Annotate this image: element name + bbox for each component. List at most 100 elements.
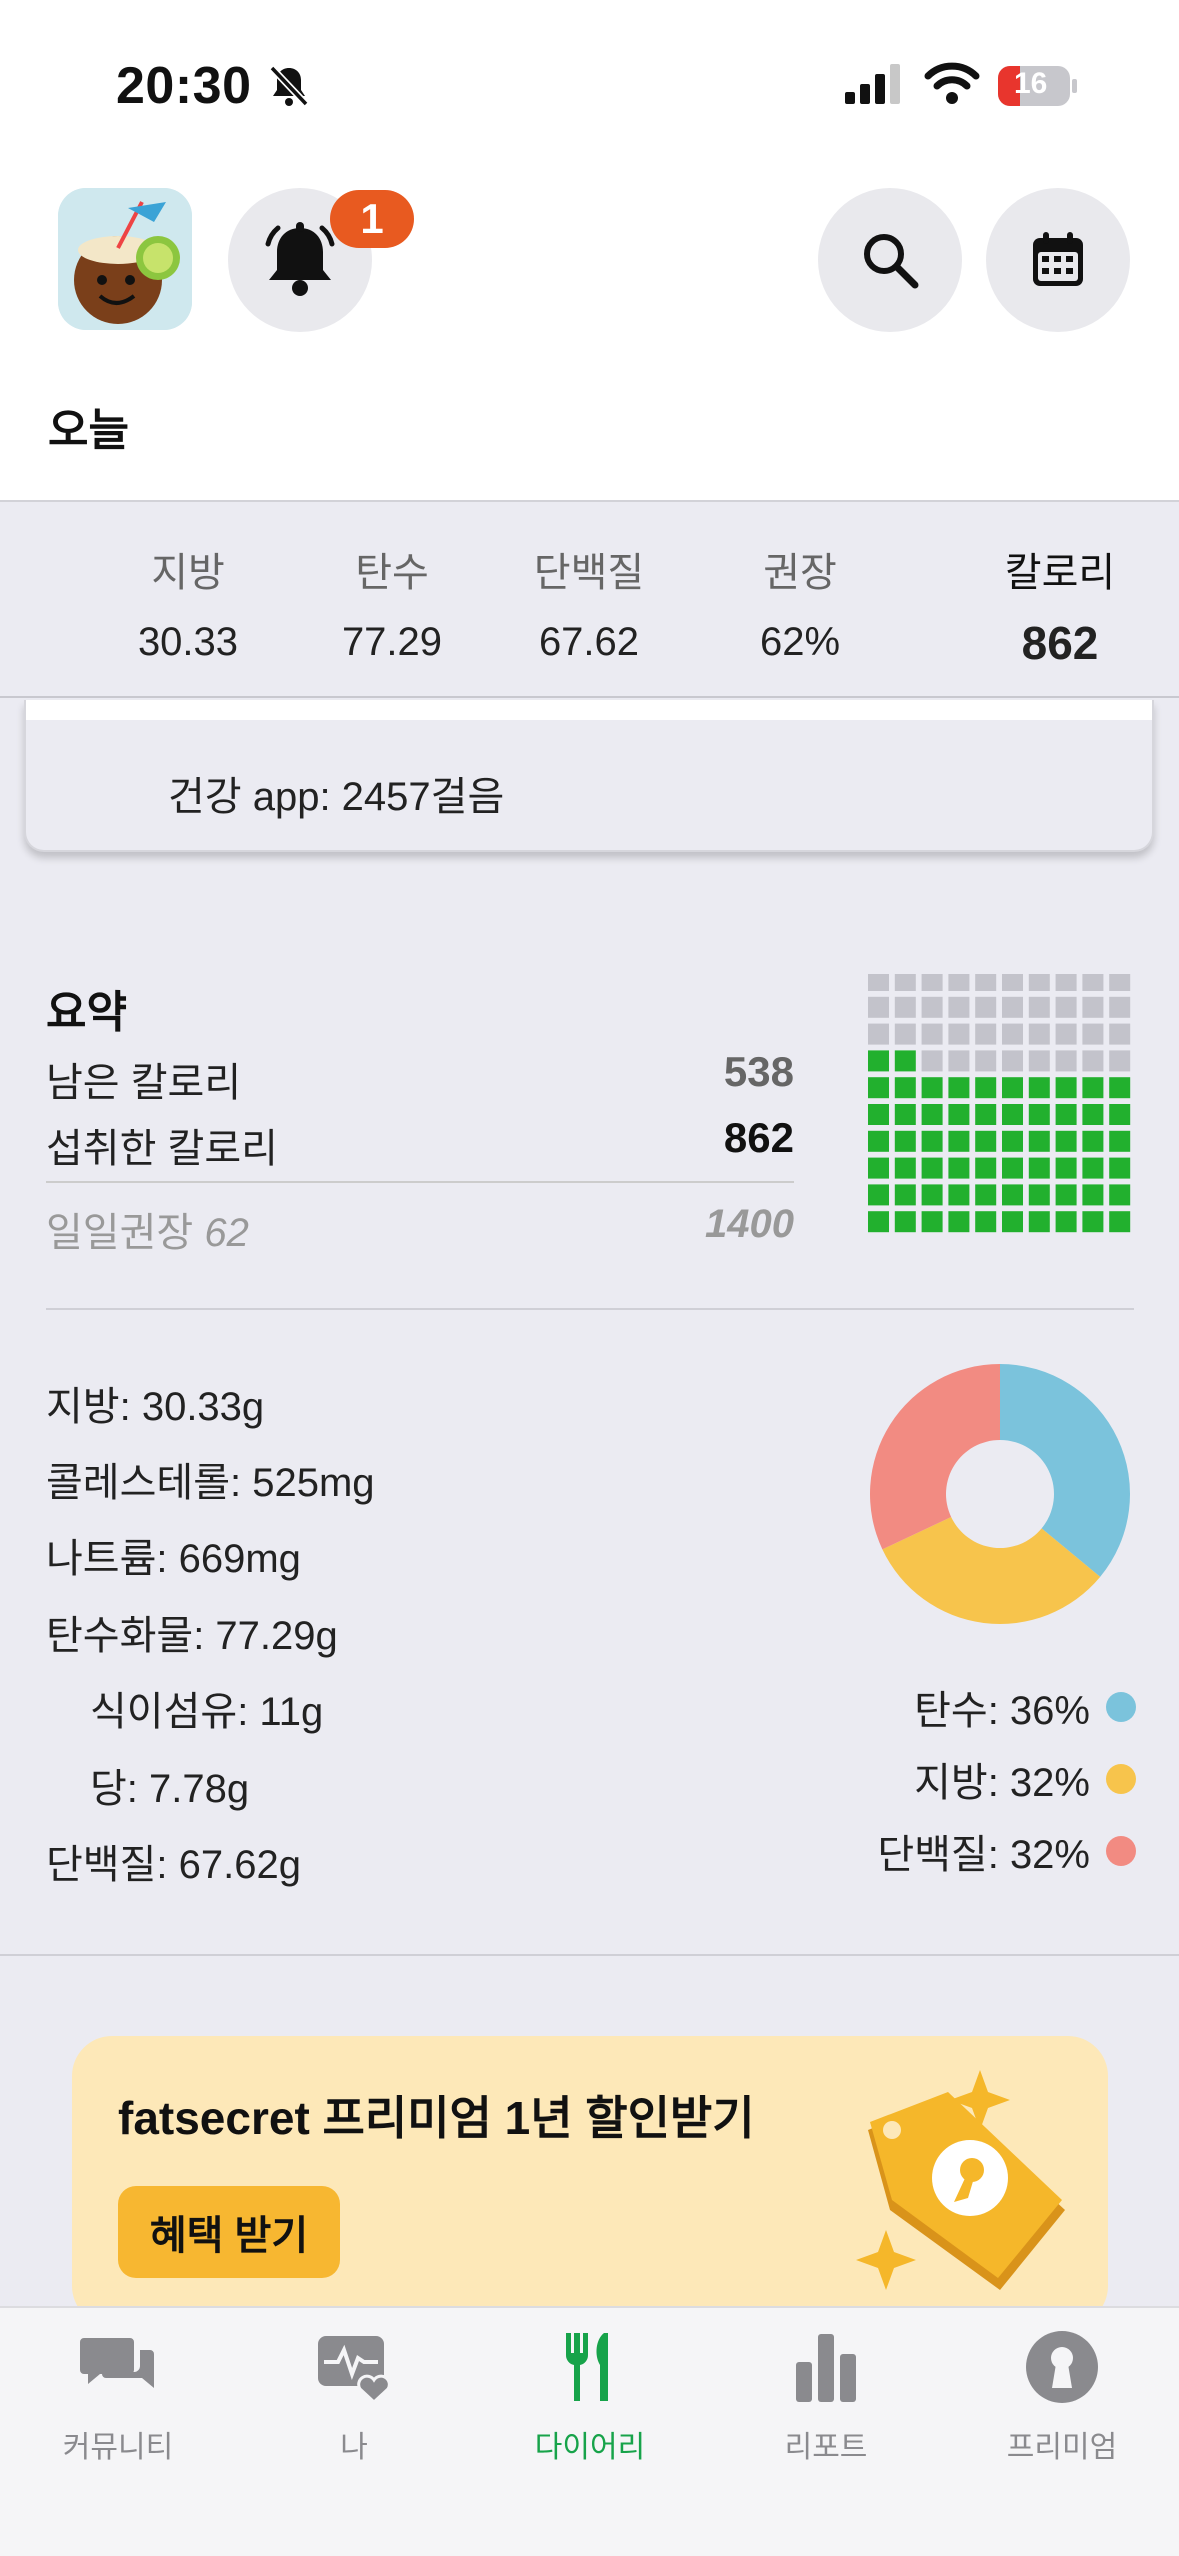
heart-monitor-icon [318,2336,391,2402]
grid-cell [1109,1104,1131,1125]
tab-label: 리포트 [784,2431,868,2464]
eaten-calories-label: 섭취한 칼로리 [46,1127,278,1171]
search-icon [864,234,919,289]
eaten-calories-value: 862 [723,1114,794,1161]
date-title[interactable]: 오늘 [48,394,129,458]
grid-cell [868,1050,889,1072]
grid-cell [868,1211,889,1233]
grid-cell [1109,1211,1131,1233]
health-steps-text: 건강 app: 2457걸음 [168,775,505,819]
daily-recommended-label: 일일권장 62 [46,1200,249,1258]
keyhole-icon [1026,2331,1098,2403]
daily-recommended-text: 일일권장 [46,1211,194,1255]
grid-cell [894,1184,916,1206]
grid-cell [1055,1050,1077,1072]
app-logo[interactable] [58,188,192,330]
grid-cell [868,1104,889,1125]
grid-cell [894,1211,916,1233]
grid-cell [921,1157,943,1179]
grid-cell [948,1130,970,1152]
grid-cell [975,1130,997,1152]
macro-recommended: 권장 62% [730,540,870,665]
grid-cell [894,1050,916,1072]
grid-cell [948,1184,970,1206]
grid-cell [975,1077,997,1099]
bell-icon [265,222,335,296]
tab-label: 나 [340,2431,368,2464]
grid-cell [868,1184,889,1206]
grid-cell [1002,1104,1023,1125]
tab-label: 프리미엄 [1006,2431,1118,2464]
grid-cell [894,1023,916,1045]
grid-cell [1028,1211,1050,1233]
macro-value: 77.29 [341,620,443,664]
nutrient-protein: 단백질: 67.62g [46,1843,301,1887]
grid-cell [1082,1130,1104,1152]
grid-cell [1028,974,1050,991]
legend-dot [1106,1836,1136,1866]
grid-cell [1055,1184,1077,1206]
macro-label: 탄수 [355,551,429,595]
grid-cell [1082,1104,1104,1125]
nutrient-carbs: 탄수화물: 77.29g [46,1614,338,1658]
grid-cell [1109,1077,1131,1099]
grid-cell [1002,1184,1023,1206]
legend-carbs: 탄수: 36% [914,1678,1136,1736]
calendar-button[interactable] [986,188,1130,332]
grid-cell [1028,1104,1050,1125]
grid-cell [975,1184,997,1206]
grid-cell [921,974,943,991]
grid-cell [1082,996,1104,1018]
nutrient-sugar: 당: 7.78g [90,1767,250,1811]
macro-label: 칼로리 [1004,551,1116,595]
grid-cell [1002,1130,1023,1152]
grid-cell [1028,996,1050,1018]
bar-chart-icon [796,2334,856,2402]
tab-label: 다이어리 [534,2431,646,2464]
summary-divider [46,1181,794,1183]
grid-cell [1055,1157,1077,1179]
grid-cell [868,996,889,1018]
grid-cell [975,1104,997,1125]
grid-cell [921,1104,943,1125]
grid-cell [1002,1211,1023,1233]
grid-cell [1109,996,1131,1018]
legend-label: 지방: 32% [914,1761,1090,1805]
grid-cell [1028,1023,1050,1045]
fork-knife-icon [565,2333,608,2401]
grid-cell [1055,996,1077,1018]
grid-cell [1028,1077,1050,1099]
macro-donut-chart [870,1364,1130,1624]
grid-cell [1109,1130,1131,1152]
tab-me[interactable]: 나 [236,2326,472,2466]
tab-reports[interactable]: 리포트 [708,2326,944,2466]
wifi-icon [924,62,980,104]
nutrient-cholesterol: 콜레스테롤: 525mg [46,1461,375,1505]
summary-title: 요약 [46,988,127,1037]
grid-cell [921,1130,943,1152]
grid-cell [948,1104,970,1125]
grid-cell [894,1157,916,1179]
grid-cell [1082,1050,1104,1072]
macro-carbs: 탄수 77.29 [322,540,462,665]
grid-cell [1002,996,1023,1018]
grid-cell [894,996,916,1018]
grid-cell [921,1184,943,1206]
tab-diary[interactable]: 다이어리 [472,2326,708,2466]
grid-cell [1055,1023,1077,1045]
search-button[interactable] [818,188,962,332]
grid-cell [921,1211,943,1233]
nutrient-sodium: 나트륨: 669mg [46,1537,301,1581]
grid-cell [921,1050,943,1072]
battery-level: 16 [1014,67,1048,100]
tab-community[interactable]: 커뮤니티 [0,2326,236,2466]
grid-cell [948,1077,970,1099]
promo-benefit-button[interactable]: 혜택 받기 [118,2186,340,2278]
calendar-icon [1033,232,1083,286]
grid-cell [894,1104,916,1125]
grid-cell [975,1211,997,1233]
cellular-signal-icon [845,64,900,104]
tab-premium[interactable]: 프리미엄 [944,2326,1179,2466]
macro-value: 67.62 [538,620,640,664]
nutrient-fat: 지방: 30.33g [46,1385,265,1429]
